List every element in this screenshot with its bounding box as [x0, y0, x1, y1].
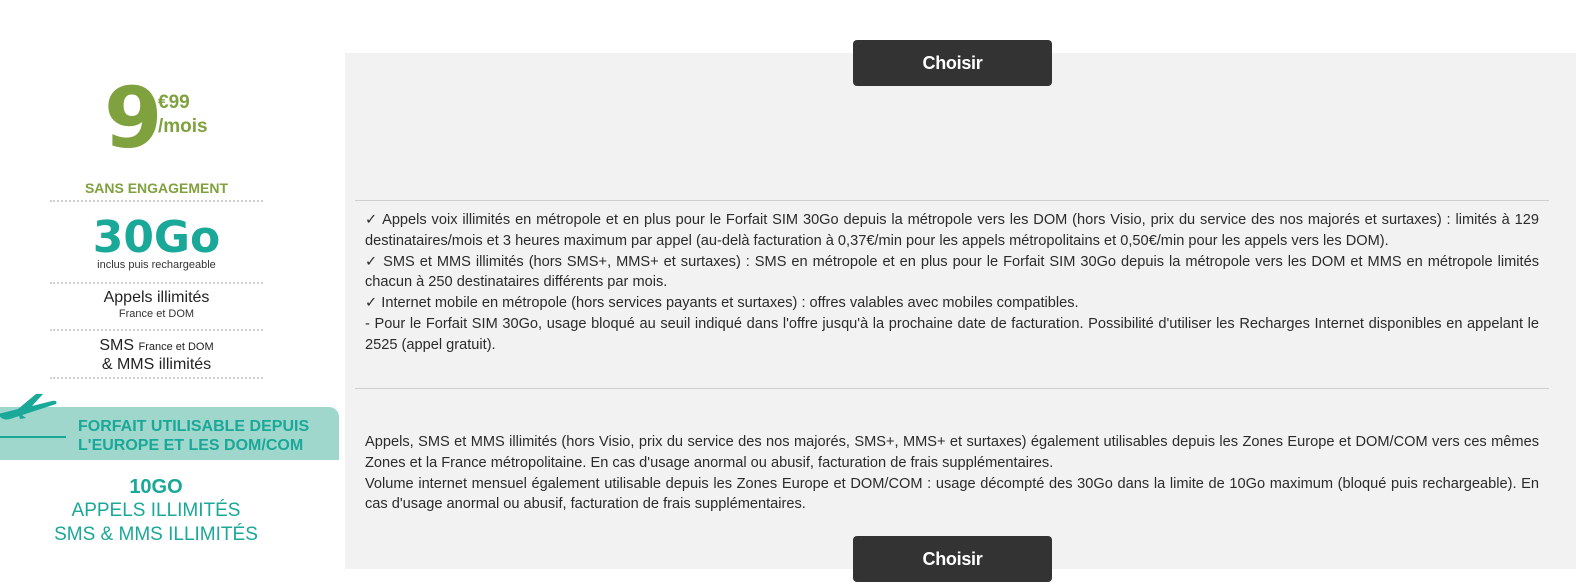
terms-block-main: ✓ Appels voix illimités en métropole et …: [365, 210, 1539, 356]
price-main: 9: [104, 69, 162, 167]
data-note: inclus puis rechargeable: [97, 259, 216, 271]
terms-block-roaming: Appels, SMS et MMS illimités (hors Visio…: [365, 432, 1539, 515]
divider: [355, 200, 1549, 201]
divider: [50, 377, 263, 379]
roaming-sms: SMS & MMS ILLIMITÉS: [54, 524, 258, 545]
divider: [50, 200, 263, 202]
engagement-label: SANS ENGAGEMENT: [84, 180, 229, 196]
roaming-data: 10GO: [129, 476, 183, 498]
divider: [50, 282, 263, 284]
terms-paragraph: - Pour le Forfait SIM 30Go, usage bloqué…: [365, 315, 1539, 353]
divider: [50, 329, 263, 331]
terms-paragraph: ✓ Appels voix illimités en métropole et …: [365, 212, 1539, 249]
price: 9 €99 /mois: [104, 76, 208, 160]
sms-feature: SMS France et DOM & MMS illimités: [50, 337, 263, 374]
roaming-banner-line1: FORFAIT UTILISABLE DEPUIS: [78, 418, 310, 435]
roaming-calls: APPELS ILLIMITÉS: [71, 500, 241, 521]
terms-paragraph: Appels, SMS et MMS illimités (hors Visio…: [365, 434, 1539, 471]
mms-label: & MMS illimités: [101, 356, 212, 373]
offer-summary: 9 €99 /mois SANS ENGAGEMENT 30Go inclus …: [0, 0, 345, 587]
divider: [355, 388, 1549, 389]
sms-note: France et DOM: [138, 341, 214, 353]
calls-note: France et DOM: [118, 308, 195, 320]
data-amount: 30Go: [92, 212, 221, 263]
terms-paragraph: Volume internet mensuel également utilis…: [365, 475, 1539, 513]
choose-button-bottom[interactable]: Choisir: [853, 536, 1052, 582]
price-period: /mois: [158, 116, 208, 137]
terms-paragraph: ✓ Internet mobile en métropole (hors ser…: [365, 295, 1079, 312]
banner-line: [0, 436, 66, 438]
calls-label: Appels illimités: [103, 289, 210, 306]
terms-paragraph: ✓ SMS et MMS illimités (hors SMS+, MMS+ …: [365, 253, 1539, 291]
roaming-banner-line2: L'EUROPE ET LES DOM/COM: [78, 437, 304, 454]
roaming-banner-text: FORFAIT UTILISABLE DEPUIS L'EUROPE ET LE…: [78, 417, 309, 455]
choose-button-top[interactable]: Choisir: [853, 40, 1052, 86]
sms-label: SMS: [99, 337, 135, 354]
airplane-icon: [0, 394, 57, 420]
price-cents: €99: [158, 92, 190, 113]
